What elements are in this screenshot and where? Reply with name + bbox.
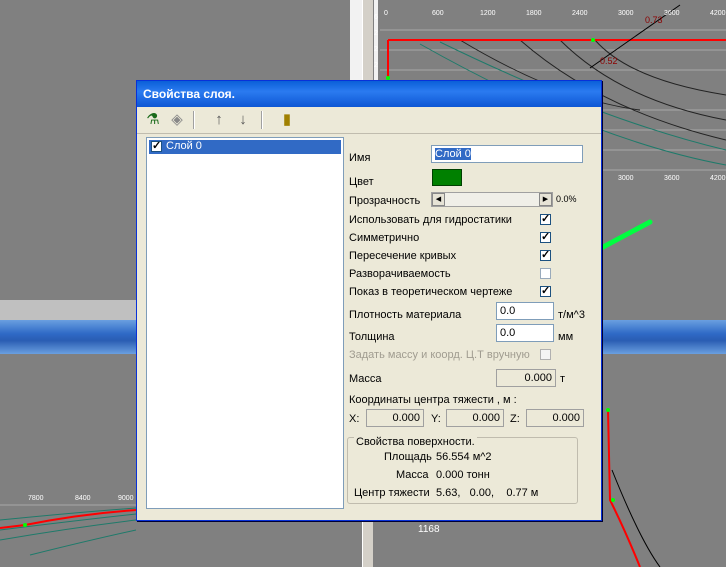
properties-panel: Имя Слой 0 Цвет Прозрачность ◀ ▶ 0.0% Ис… xyxy=(344,137,593,507)
surface-group: Свойства поверхности. Площадь 56.554 м^2… xyxy=(347,436,578,504)
manual-mass-label: Задать массу и коорд. Ц.Т вручную xyxy=(349,349,530,361)
annotation-label: 0.52 xyxy=(600,56,618,66)
ruler-label: 2 xyxy=(374,62,378,69)
z-value: 0.000 xyxy=(526,409,584,427)
layer-properties-dialog: Свойства слоя. ⚗ ◈ ↑ ↓ ▮ Слой 0 Имя Слой… xyxy=(136,80,602,521)
move-up-icon[interactable]: ↑ xyxy=(209,110,229,130)
ruler-label: 9000 xyxy=(118,495,134,502)
developable-checkbox[interactable] xyxy=(540,268,551,279)
ruler-label: 3600 xyxy=(664,10,680,17)
name-input[interactable]: Слой 0 xyxy=(431,145,583,163)
surface-mass-label: Масса xyxy=(396,469,429,481)
layer-visible-checkbox[interactable] xyxy=(151,139,162,152)
exit-door-icon[interactable]: ▮ xyxy=(277,110,297,130)
mass-value: 0.000 xyxy=(496,369,556,387)
toolbar-separator xyxy=(193,111,195,129)
symmetric-checkbox[interactable] xyxy=(540,230,551,243)
surface-mass-value: 0.000 тонн xyxy=(436,469,490,481)
ruler-label: 0 xyxy=(384,10,388,17)
x-value: 0.000 xyxy=(366,409,424,427)
x-label: X: xyxy=(349,413,360,425)
cg-label: Координаты центра тяжести , м : xyxy=(349,394,517,406)
dialog-title[interactable]: Свойства слоя. xyxy=(137,81,601,107)
annotation-label: 1168 xyxy=(418,524,440,535)
new-layer-icon[interactable]: ⚗ xyxy=(143,110,163,130)
name-label: Имя xyxy=(349,152,371,164)
density-input[interactable]: 0.0 xyxy=(496,302,554,320)
surface-cg-value: 5.63, 0.00, 0.77 м xyxy=(436,487,539,499)
y-label: Y: xyxy=(431,413,441,425)
z-label: Z: xyxy=(510,413,520,425)
hydro-checkbox[interactable] xyxy=(540,212,551,225)
annotation-label: 0.73 xyxy=(645,15,663,25)
surface-cg-label: Центр тяжести xyxy=(354,487,430,499)
arrow-left-icon[interactable]: ◀ xyxy=(432,193,445,206)
ruler-label: 3000 xyxy=(618,10,634,17)
ruler-label: 600 xyxy=(432,10,444,17)
density-unit: т/м^3 xyxy=(558,309,585,321)
curves-label: Пересечение кривых xyxy=(349,250,457,262)
theory-checkbox[interactable] xyxy=(540,284,551,297)
ruler-label: 7800 xyxy=(28,495,44,502)
surface-title: Свойства поверхности. xyxy=(354,436,477,448)
transparency-value: 0.0% xyxy=(556,194,577,204)
transparency-slider[interactable]: ◀ ▶ xyxy=(431,192,553,207)
ruler-label: 2 xyxy=(374,30,378,37)
thickness-input[interactable]: 0.0 xyxy=(496,324,554,342)
move-down-icon[interactable]: ↓ xyxy=(233,110,253,130)
ruler-label: 3600 xyxy=(664,175,680,182)
delete-layer-icon[interactable]: ◈ xyxy=(167,110,187,130)
developable-label: Разворачиваемость xyxy=(349,268,451,280)
thickness-unit: мм xyxy=(558,331,574,343)
color-label: Цвет xyxy=(349,176,374,188)
ruler-label: 1800 xyxy=(526,10,542,17)
y-value: 0.000 xyxy=(446,409,504,427)
thickness-label: Толщина xyxy=(349,331,395,343)
ruler-label: 6 xyxy=(374,14,378,21)
ruler-label: 3000 xyxy=(618,175,634,182)
area-label: Площадь xyxy=(384,451,432,463)
tree-item-layer-0[interactable]: Слой 0 xyxy=(149,139,341,154)
ruler-label: 2400 xyxy=(572,10,588,17)
symmetric-label: Симметрично xyxy=(349,232,420,244)
ruler-label: 1200 xyxy=(480,10,496,17)
mass-unit: т xyxy=(560,373,566,385)
area-value: 56.554 м^2 xyxy=(436,451,492,463)
toolbar-separator xyxy=(261,111,263,129)
theory-label: Показ в теоретическом чертеже xyxy=(349,286,513,298)
tree-item-label: Слой 0 xyxy=(166,140,202,152)
mass-label: Масса xyxy=(349,373,382,385)
ruler-label: 4200 xyxy=(710,175,726,182)
layer-tree[interactable]: Слой 0 xyxy=(146,137,344,509)
transparency-label: Прозрачность xyxy=(349,195,421,207)
color-swatch[interactable] xyxy=(432,169,462,186)
ruler-label: 8400 xyxy=(75,495,91,502)
dialog-toolbar: ⚗ ◈ ↑ ↓ ▮ xyxy=(137,107,601,134)
curves-checkbox[interactable] xyxy=(540,248,551,261)
density-label: Плотность материала xyxy=(349,309,462,321)
ruler-label: 2 xyxy=(374,46,378,53)
manual-mass-checkbox[interactable] xyxy=(540,349,551,360)
ruler-label: 4200 xyxy=(710,10,726,17)
arrow-right-icon[interactable]: ▶ xyxy=(539,193,552,206)
hydro-label: Использовать для гидростатики xyxy=(349,214,512,226)
